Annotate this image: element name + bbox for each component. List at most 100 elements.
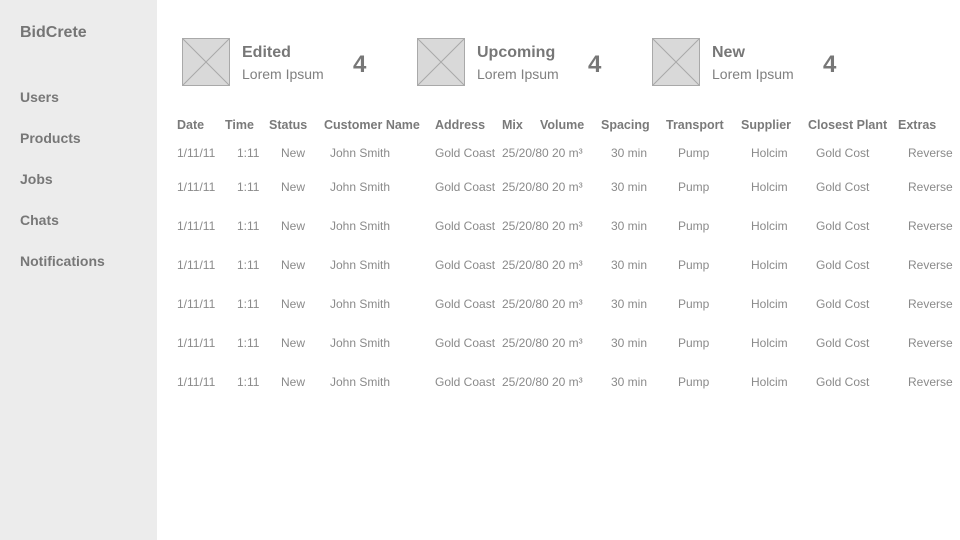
cell-address: Gold Coast — [435, 375, 496, 389]
cell-supplier: Holcim — [751, 258, 788, 272]
column-header-closest-plant[interactable]: Closest Plant — [808, 118, 898, 134]
stat-card-upcoming[interactable]: Upcoming Lorem Ipsum 4 — [417, 38, 617, 86]
table-row[interactable]: 1/11/11 1:11 New John Smith Gold Coast 25/20/… — [177, 169, 957, 208]
cell-mix: 25/20/80 — [502, 146, 549, 160]
cell-spacing: 30 min — [611, 146, 648, 160]
cell-time: 1:11 — [237, 336, 260, 350]
cell-spacing: 30 min — [611, 219, 648, 233]
cell-volume: 20 m³ — [552, 146, 583, 160]
cell-spacing: 30 min — [611, 336, 648, 350]
cell-status: New — [281, 375, 306, 389]
column-header-status[interactable]: Status — [269, 118, 324, 134]
jobs-table: Date Time Status Customer Name Address M… — [177, 118, 957, 403]
cell-customer-name: John Smith — [330, 258, 391, 272]
cell-status: New — [281, 336, 306, 350]
cell-volume: 20 m³ — [552, 336, 583, 350]
column-header-time[interactable]: Time — [225, 118, 269, 134]
column-header-extras[interactable]: Extras — [898, 118, 957, 134]
sidebar-item-users[interactable]: Users — [20, 89, 105, 130]
cell-extras: Reverse — [908, 146, 953, 160]
cell-supplier: Holcim — [751, 375, 788, 389]
cell-volume: 20 m³ — [552, 297, 583, 311]
stat-title: Upcoming — [477, 44, 556, 61]
stat-title: Edited — [242, 44, 291, 61]
table-row[interactable]: 1/11/11 1:11 New John Smith Gold Coast 25/20/… — [177, 247, 957, 286]
cell-time: 1:11 — [237, 258, 260, 272]
cell-date: 1/11/11 — [177, 219, 216, 233]
cell-date: 1/11/11 — [177, 258, 216, 272]
cell-transport: Pump — [678, 297, 710, 311]
cell-extras: Reverse — [908, 180, 953, 194]
cell-closest-plant: Gold Cost — [816, 219, 870, 233]
stat-card-edited[interactable]: Edited Lorem Ipsum 4 — [182, 38, 382, 86]
cell-closest-plant: Gold Cost — [816, 336, 870, 350]
cell-address: Gold Coast — [435, 180, 496, 194]
app-title: BidCrete — [20, 24, 87, 41]
sidebar-item-notifications[interactable]: Notifications — [20, 253, 105, 294]
cell-supplier: Holcim — [751, 297, 788, 311]
cell-volume: 20 m³ — [552, 375, 583, 389]
cell-closest-plant: Gold Cost — [816, 146, 870, 160]
stat-card-new[interactable]: New Lorem Ipsum 4 — [652, 38, 852, 86]
cell-customer-name: John Smith — [330, 336, 391, 350]
stat-count: 4 — [823, 51, 837, 78]
cell-supplier: Holcim — [751, 146, 788, 160]
cell-time: 1:11 — [237, 180, 260, 194]
column-header-volume[interactable]: Volume — [540, 118, 601, 134]
column-header-spacing[interactable]: Spacing — [601, 118, 666, 134]
cell-transport: Pump — [678, 258, 710, 272]
cell-status: New — [281, 219, 306, 233]
cell-extras: Reverse — [908, 297, 953, 311]
cell-transport: Pump — [678, 146, 710, 160]
cell-extras: Reverse — [908, 219, 953, 233]
cell-mix: 25/20/80 — [502, 180, 549, 194]
table-body: 1/11/11 1:11 New John Smith Gold Coast 25/20/… — [177, 134, 957, 403]
cell-time: 1:11 — [237, 297, 260, 311]
stat-subtitle: Lorem Ipsum — [477, 66, 559, 82]
cell-transport: Pump — [678, 375, 710, 389]
table-row[interactable]: 1/11/11 1:11 New John Smith Gold Coast 25/20/… — [177, 134, 957, 169]
table-header-row: Date Time Status Customer Name Address M… — [177, 118, 957, 134]
cell-transport: Pump — [678, 336, 710, 350]
cell-time: 1:11 — [237, 146, 260, 160]
cell-customer-name: John Smith — [330, 375, 391, 389]
column-header-customer-name[interactable]: Customer Name — [324, 118, 435, 134]
column-header-supplier[interactable]: Supplier — [741, 118, 808, 134]
sidebar-nav: Users Products Jobs Chats Notifications — [20, 89, 105, 294]
stat-subtitle: Lorem Ipsum — [242, 66, 324, 82]
cell-date: 1/11/11 — [177, 180, 216, 194]
column-header-transport[interactable]: Transport — [666, 118, 741, 134]
stat-count: 4 — [588, 51, 602, 78]
cell-time: 1:11 — [237, 375, 260, 389]
table-row[interactable]: 1/11/11 1:11 New John Smith Gold Coast 25/20/… — [177, 208, 957, 247]
cell-mix: 25/20/80 — [502, 297, 549, 311]
cell-extras: Reverse — [908, 258, 953, 272]
cell-date: 1/11/11 — [177, 146, 216, 160]
table-row[interactable]: 1/11/11 1:11 New John Smith Gold Coast 25/20/… — [177, 364, 957, 403]
cell-mix: 25/20/80 — [502, 375, 549, 389]
column-header-mix[interactable]: Mix — [502, 118, 540, 134]
cell-spacing: 30 min — [611, 297, 648, 311]
cell-closest-plant: Gold Cost — [816, 258, 870, 272]
cell-spacing: 30 min — [611, 180, 648, 194]
sidebar-item-products[interactable]: Products — [20, 130, 105, 171]
cell-customer-name: John Smith — [330, 297, 391, 311]
cell-volume: 20 m³ — [552, 180, 583, 194]
image-placeholder-icon — [417, 38, 465, 86]
cell-customer-name: John Smith — [330, 146, 391, 160]
sidebar-item-jobs[interactable]: Jobs — [20, 171, 105, 212]
cell-volume: 20 m³ — [552, 219, 583, 233]
cell-closest-plant: Gold Cost — [816, 297, 870, 311]
cell-address: Gold Coast — [435, 336, 496, 350]
cell-spacing: 30 min — [611, 375, 648, 389]
cell-volume: 20 m³ — [552, 258, 583, 272]
image-placeholder-icon — [182, 38, 230, 86]
cell-date: 1/11/11 — [177, 375, 216, 389]
column-header-date[interactable]: Date — [177, 118, 225, 134]
table-row[interactable]: 1/11/11 1:11 New John Smith Gold Coast 25/20/… — [177, 325, 957, 364]
table-row[interactable]: 1/11/11 1:11 New John Smith Gold Coast 25/20/… — [177, 286, 957, 325]
sidebar-item-chats[interactable]: Chats — [20, 212, 105, 253]
cell-address: Gold Coast — [435, 219, 496, 233]
column-header-address[interactable]: Address — [435, 118, 502, 134]
cell-time: 1:11 — [237, 219, 260, 233]
